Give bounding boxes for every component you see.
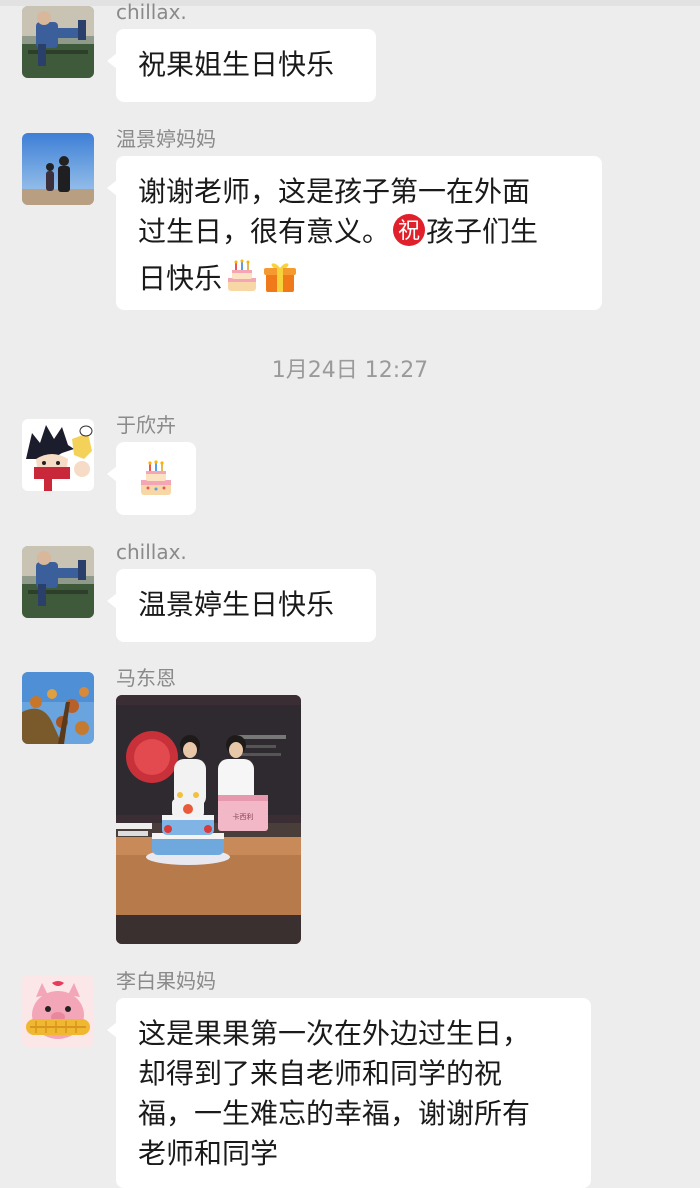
avatar[interactable] <box>22 975 94 1047</box>
message-text: 祝果姐生日快乐 <box>138 48 335 81</box>
timestamp: 1月24日 12:27 <box>271 358 429 383</box>
birthday-cake-icon <box>138 458 174 509</box>
birthday-party-photo[interactable]: 卡西利 <box>116 695 301 944</box>
sender-name: chillax. <box>116 540 187 564</box>
top-divider <box>0 0 700 6</box>
message-text-line: 福，一生难忘的幸福，谢谢所有 <box>138 1097 531 1130</box>
message-text-line: 老师和同学 <box>138 1137 279 1170</box>
avatar[interactable] <box>22 133 94 205</box>
sender-name: 于欣卉 <box>116 413 176 437</box>
message-bubble[interactable]: 谢谢老师，这是孩子第一在外面 过生日，很有意义。祝孩子们生 日快乐 <box>107 156 602 310</box>
avatar[interactable] <box>22 419 94 491</box>
message-bubble[interactable]: 温景婷生日快乐 <box>107 569 376 642</box>
avatar[interactable] <box>22 546 94 618</box>
svg-text:卡西利: 卡西利 <box>233 812 254 821</box>
message-text-line: 谢谢老师，这是孩子第一在外面 <box>138 175 531 208</box>
sender-name: chillax. <box>116 0 187 24</box>
message-bubble[interactable]: 祝果姐生日快乐 <box>107 29 376 102</box>
sender-name: 温景婷妈妈 <box>116 127 216 151</box>
gift-icon <box>262 258 298 305</box>
message-text: 温景婷生日快乐 <box>138 588 335 621</box>
sender-name: 李白果妈妈 <box>116 969 216 993</box>
message-text-line: 却得到了来自老师和同学的祝 <box>138 1057 503 1090</box>
svg-text:祝: 祝 <box>398 219 420 244</box>
avatar[interactable] <box>22 6 94 78</box>
message-bubble[interactable] <box>107 442 196 515</box>
blessing-badge-icon: 祝 <box>392 213 426 258</box>
sender-name: 马东恩 <box>116 666 176 690</box>
message-text-line: 过生日，很有意义。祝孩子们生 <box>138 212 580 258</box>
avatar[interactable] <box>22 672 94 744</box>
message-text-line: 日快乐 <box>138 258 580 305</box>
message-text-line: 这是果果第一次在外边过生日， <box>138 1017 531 1050</box>
message-bubble[interactable]: 这是果果第一次在外边过生日， 却得到了来自老师和同学的祝 福，一生难忘的幸福，谢… <box>107 998 591 1188</box>
birthday-cake-icon <box>224 258 260 305</box>
